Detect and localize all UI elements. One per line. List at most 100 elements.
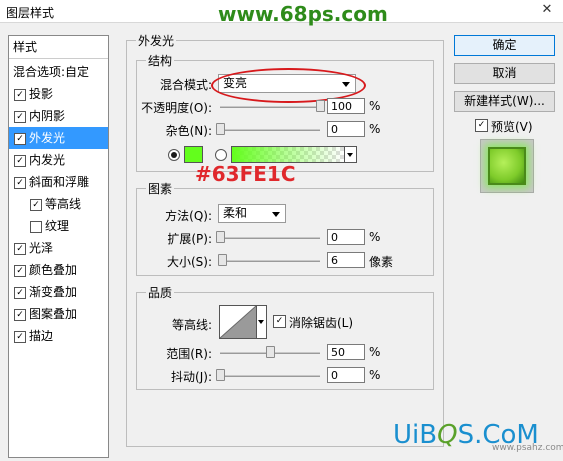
opacity-input[interactable]: 100 (327, 98, 365, 114)
range-unit: % (369, 345, 381, 359)
solid-color-radio[interactable] (168, 149, 180, 161)
size-slider-thumb[interactable] (218, 254, 228, 266)
blend-mode-label: 混合模式: (159, 78, 212, 92)
sidebar-item-gradient-overlay[interactable]: ✓ 渐变叠加 (9, 281, 108, 303)
antialias-label: 消除锯齿(L) (289, 316, 354, 330)
style-preview-thumbnail (480, 139, 534, 193)
color-annotation: #63FE1C (195, 162, 296, 186)
noise-label: 杂色(N): (165, 124, 212, 138)
sidebar-item-outer-glow[interactable]: ✓ 外发光 (9, 127, 108, 149)
sidebar-item-label: 纹理 (45, 219, 70, 233)
checkbox-gradient-overlay[interactable]: ✓ (14, 287, 26, 299)
sidebar-item-bevel-emboss[interactable]: ✓ 斜面和浮雕 (9, 171, 108, 193)
noise-slider-thumb[interactable] (216, 123, 225, 135)
cancel-button[interactable]: 取消 (454, 63, 555, 84)
glow-gradient-swatch[interactable] (231, 146, 345, 163)
sidebar-item-inner-shadow[interactable]: ✓ 内阴影 (9, 105, 108, 127)
checkbox-stroke[interactable]: ✓ (14, 331, 26, 343)
sidebar-item-label: 光泽 (29, 241, 54, 255)
sidebar-item-label: 外发光 (29, 131, 66, 145)
checkbox-inner-shadow[interactable]: ✓ (14, 111, 26, 123)
styles-list-header: 样式 (9, 36, 108, 59)
checkbox-contour[interactable]: ✓ (30, 199, 42, 211)
jitter-input[interactable]: 0 (327, 367, 365, 383)
sidebar-item-blending-options[interactable]: 混合选项:自定 (9, 61, 108, 83)
chevron-down-icon (272, 212, 280, 217)
styles-header-label: 样式 (13, 40, 38, 54)
checkbox-color-overlay[interactable]: ✓ (14, 265, 26, 277)
noise-unit: % (369, 122, 381, 136)
sidebar-item-label: 图案叠加 (29, 307, 78, 321)
sidebar-item-label: 等高线 (45, 197, 82, 211)
opacity-unit: % (369, 99, 381, 113)
range-input[interactable]: 50 (327, 344, 365, 360)
ok-button[interactable]: 确定 (454, 35, 555, 56)
checkbox-bevel-emboss[interactable]: ✓ (14, 177, 26, 189)
sidebar-item-label: 内阴影 (29, 109, 66, 123)
sidebar-item-label: 投影 (29, 87, 54, 101)
contour-curve-icon (219, 305, 257, 339)
jitter-slider-thumb[interactable] (216, 369, 225, 381)
preview-checkbox[interactable]: ✓ (475, 119, 488, 132)
elements-title: 图素 (146, 180, 175, 197)
checkbox-drop-shadow[interactable]: ✓ (14, 89, 26, 101)
size-slider[interactable] (220, 260, 320, 262)
sidebar-item-label: 描边 (29, 329, 54, 343)
sidebar-item-satin[interactable]: ✓ 光泽 (9, 237, 108, 259)
sidebar-item-drop-shadow[interactable]: ✓ 投影 (9, 83, 108, 105)
logo-blue-left: UiB (393, 420, 438, 450)
checkbox-satin[interactable]: ✓ (14, 243, 26, 255)
sidebar-item-label: 渐变叠加 (29, 285, 78, 299)
gradient-radio[interactable] (215, 149, 227, 161)
preview-green-square (488, 147, 526, 185)
method-select[interactable]: 柔和 (218, 204, 286, 223)
watermark-top: www.68ps.com (218, 2, 388, 26)
chevron-down-icon (258, 320, 264, 324)
contour-preview[interactable] (219, 305, 257, 339)
opacity-slider[interactable] (220, 106, 320, 108)
window-title: 图层样式 (6, 6, 55, 20)
opacity-label: 不透明度(O): (141, 101, 212, 115)
spread-slider[interactable] (220, 237, 320, 239)
checkbox-inner-glow[interactable]: ✓ (14, 155, 26, 167)
sidebar-item-inner-glow[interactable]: ✓ 内发光 (9, 149, 108, 171)
glow-color-swatch[interactable] (184, 146, 203, 163)
sidebar-item-label: 斜面和浮雕 (29, 175, 90, 189)
sidebar-item-color-overlay[interactable]: ✓ 颜色叠加 (9, 259, 108, 281)
jitter-slider[interactable] (220, 375, 320, 377)
sidebar-item-stroke[interactable]: ✓ 描边 (9, 325, 108, 347)
new-style-button[interactable]: 新建样式(W)... (454, 91, 555, 112)
contour-dropdown[interactable] (256, 305, 267, 339)
range-slider-thumb[interactable] (266, 346, 275, 358)
checkbox-texture[interactable] (30, 221, 42, 233)
spread-label: 扩展(P): (167, 232, 212, 246)
gradient-dropdown[interactable] (344, 146, 357, 163)
spread-unit: % (369, 230, 381, 244)
range-label: 范围(R): (166, 347, 212, 361)
sidebar-item-contour[interactable]: ✓ 等高线 (9, 193, 108, 215)
preview-label: 预览(V) (491, 120, 533, 134)
sidebar-item-texture[interactable]: 纹理 (9, 215, 108, 237)
logo-green: Q (437, 420, 458, 450)
size-input[interactable]: 6 (327, 252, 365, 268)
checkbox-outer-glow[interactable]: ✓ (14, 133, 26, 145)
close-icon[interactable]: ✕ (537, 2, 557, 18)
sidebar-item-label: 颜色叠加 (29, 263, 78, 277)
noise-input[interactable]: 0 (327, 121, 365, 137)
spread-input[interactable]: 0 (327, 229, 365, 245)
method-value: 柔和 (223, 206, 248, 220)
outer-glow-title: 外发光 (136, 32, 177, 49)
antialias-checkbox[interactable]: ✓ (273, 315, 286, 328)
method-label: 方法(Q): (165, 209, 212, 223)
spread-slider-thumb[interactable] (216, 231, 225, 243)
radio-selected-dot (171, 152, 177, 158)
size-label: 大小(S): (166, 255, 212, 269)
noise-slider[interactable] (220, 129, 320, 131)
opacity-slider-thumb[interactable] (316, 100, 325, 112)
sidebar-item-label: 内发光 (29, 153, 66, 167)
checkbox-pattern-overlay[interactable]: ✓ (14, 309, 26, 321)
jitter-unit: % (369, 368, 381, 382)
contour-label: 等高线: (171, 318, 212, 332)
sidebar-item-pattern-overlay[interactable]: ✓ 图案叠加 (9, 303, 108, 325)
watermark-site: www.psahz.com (492, 443, 563, 453)
